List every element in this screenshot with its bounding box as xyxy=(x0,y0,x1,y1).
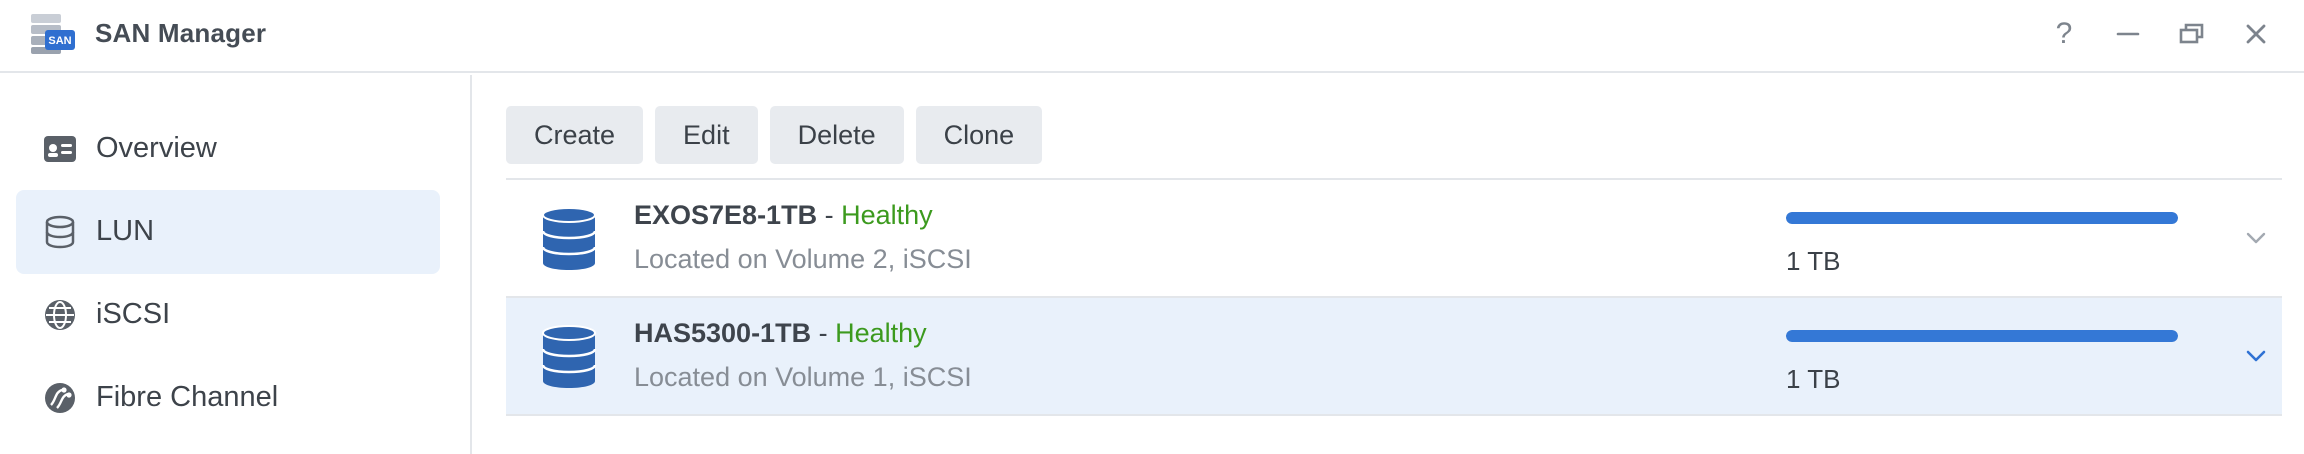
status-text: Healthy xyxy=(841,200,933,230)
sidebar: Overview LUN iSCSI Fibre Channel xyxy=(0,75,472,454)
lun-name: HAS5300-1TB xyxy=(634,318,812,348)
lun-name-separator: - xyxy=(811,318,836,348)
san-manager-window: SAN SAN Manager ? Overview LUN iSCSI Fib… xyxy=(0,0,2304,454)
database-icon xyxy=(541,207,597,270)
usage-bar xyxy=(1786,212,2178,224)
usage-bar-fill xyxy=(1786,212,2178,224)
lun-name: EXOS7E8-1TB xyxy=(634,200,818,230)
close-icon xyxy=(2246,24,2266,44)
minimize-button[interactable] xyxy=(2108,14,2148,54)
usage-bar xyxy=(1786,330,2178,342)
chevron-down-icon[interactable] xyxy=(2242,342,2270,370)
help-icon: ? xyxy=(2055,17,2073,50)
fibre-channel-icon xyxy=(45,383,75,413)
help-button[interactable]: ? xyxy=(2044,14,2084,54)
close-button[interactable] xyxy=(2236,14,2276,54)
sidebar-item-iscsi[interactable]: iSCSI xyxy=(16,273,440,357)
clone-button[interactable]: Clone xyxy=(915,106,1043,164)
usage-bar-fill xyxy=(1786,330,2178,342)
toolbar: Create Edit Delete Clone xyxy=(506,106,1043,164)
sidebar-item-label: Overview xyxy=(96,132,217,164)
lun-location: Located on Volume 2, iSCSI xyxy=(634,244,972,274)
lun-row[interactable]: HAS5300-1TB - Healthy Located on Volume … xyxy=(506,298,2282,416)
app-icon-badge: SAN xyxy=(48,35,71,47)
delete-button[interactable]: Delete xyxy=(769,106,904,164)
sidebar-item-lun[interactable]: LUN xyxy=(16,190,440,274)
window-title: SAN Manager xyxy=(95,18,267,48)
status-text: Healthy xyxy=(835,318,927,348)
main-panel: Create Edit Delete Clone EXOS7E8-1TB - H… xyxy=(474,75,2304,454)
chevron-down-icon[interactable] xyxy=(2242,224,2270,252)
title-bar: SAN SAN Manager ? xyxy=(0,0,2304,73)
sidebar-item-label: Fibre Channel xyxy=(96,381,279,413)
lun-size: 1 TB xyxy=(1786,364,1841,394)
create-button[interactable]: Create xyxy=(506,106,644,164)
sidebar-item-fibre-channel[interactable]: Fibre Channel xyxy=(16,356,440,440)
minimize-icon xyxy=(2116,32,2140,36)
edit-button[interactable]: Edit xyxy=(655,106,758,164)
database-icon xyxy=(45,215,75,249)
restore-icon xyxy=(2179,23,2204,44)
database-icon xyxy=(541,325,597,388)
san-storage-icon: SAN xyxy=(27,12,77,56)
sidebar-item-label: LUN xyxy=(96,215,155,247)
restore-button[interactable] xyxy=(2172,14,2212,54)
lun-name-separator: - xyxy=(817,200,842,230)
lun-row[interactable]: EXOS7E8-1TB - Healthy Located on Volume … xyxy=(506,180,2282,298)
lun-size: 1 TB xyxy=(1786,246,1841,276)
lun-location: Located on Volume 1, iSCSI xyxy=(634,362,972,392)
sidebar-item-label: iSCSI xyxy=(96,298,171,330)
globe-icon xyxy=(45,300,75,330)
sidebar-item-overview[interactable]: Overview xyxy=(16,107,440,191)
overview-card-icon xyxy=(44,136,76,162)
